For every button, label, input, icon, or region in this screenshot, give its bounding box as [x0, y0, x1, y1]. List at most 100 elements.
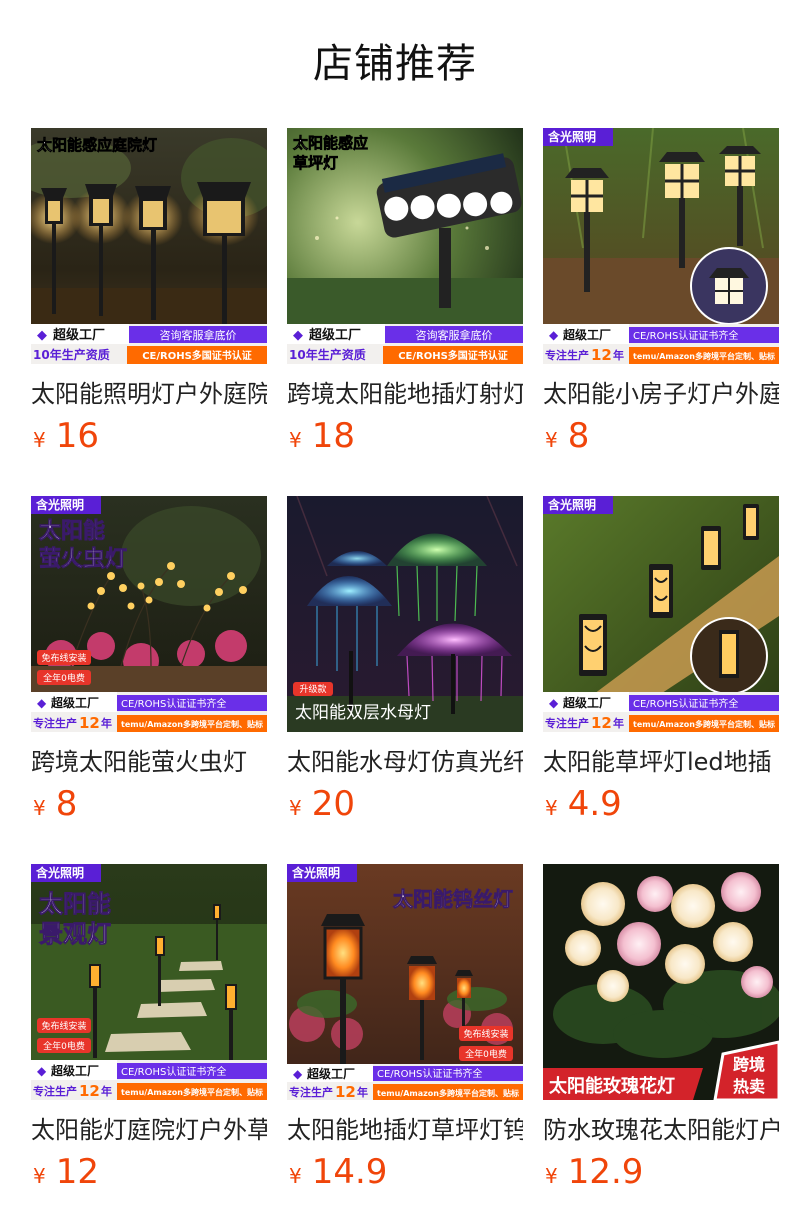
currency-symbol: ¥	[545, 1164, 558, 1188]
badge-text: 超级工厂	[562, 327, 611, 342]
product-card[interactable]: 太阳能玫瑰花灯 跨境 热卖 防水玫瑰花太阳能灯户外 ¥12.9	[543, 864, 779, 1204]
svg-text:◆: ◆	[37, 696, 47, 710]
brand-tag: 含光照明	[36, 865, 84, 880]
banner-right-top: CE/ROHS认证证书齐全	[633, 697, 738, 710]
feature-chip: 升级款	[299, 683, 326, 695]
price-value: 18	[311, 416, 355, 456]
product-card[interactable]: 含光照明 太阳能钨丝灯 免布线安装 全年0电费 ◆ 超级工厂 CE/ROHS认证…	[287, 864, 523, 1204]
product-card[interactable]: 升级款 太阳能双层水母灯 太阳能水母灯仿真光纤 ¥20	[287, 496, 523, 836]
image-headline-line2: 景观灯	[39, 920, 111, 948]
shop-recommendations-page: 店铺推荐 太阳能感应庭院灯 ◆ 超级工厂 咨询客服拿底价 10年生产资质 CE/…	[0, 0, 790, 1232]
banner-right-bottom: CE/ROHS多国证书认证	[398, 349, 508, 362]
product-card[interactable]: 含光照明 ◆ 超级工厂 CE/ROHS认证证书齐全 专注生产 12 年 temu…	[543, 128, 779, 468]
image-headline-line2: 萤火虫灯	[39, 546, 127, 572]
product-title[interactable]: 太阳能灯庭院灯户外草坪	[31, 1114, 267, 1146]
feature-chip: 免布线安装	[463, 1028, 508, 1040]
product-price: ¥8	[545, 416, 589, 456]
image-headline-line1: 太阳能	[39, 518, 105, 544]
feature-chip: 全年0电费	[43, 672, 85, 684]
product-card[interactable]: 含光照明 太阳能 景观灯 免布线安装 全年0电费 ◆ 超级工厂 CE/ROHS认…	[31, 864, 267, 1204]
product-card[interactable]: 含光照明 ◆ 超级工厂 CE/ROHS认证证书齐全 专注生产 12 年 temu…	[543, 496, 779, 836]
corner-badge-line1: 跨境	[733, 1055, 765, 1074]
price-value: 14.9	[311, 1152, 388, 1192]
product-title[interactable]: 太阳能草坪灯led地插	[543, 746, 779, 778]
product-image[interactable]: 含光照明 太阳能 萤火虫灯 免布线安装 全年0电费 ◆ 超级工厂 CE/ROHS…	[31, 496, 267, 732]
banner-left-prefix: 专注生产	[545, 716, 589, 730]
product-image[interactable]: 太阳能感应庭院灯 ◆ 超级工厂 咨询客服拿底价 10年生产资质 CE/ROHS多…	[31, 128, 267, 364]
feature-chip: 免布线安装	[41, 1020, 86, 1032]
price-value: 8	[55, 784, 78, 824]
banner-left-num: 12	[591, 346, 612, 364]
currency-symbol: ¥	[545, 796, 558, 820]
product-image[interactable]: 含光照明 太阳能 景观灯 免布线安装 全年0电费 ◆ 超级工厂 CE/ROHS认…	[31, 864, 267, 1100]
banner-right-top: 咨询客服拿底价	[416, 328, 493, 342]
product-image[interactable]: 含光照明 太阳能钨丝灯 免布线安装 全年0电费 ◆ 超级工厂 CE/ROHS认证…	[287, 864, 523, 1100]
banner-left-suffix: 年	[101, 1084, 112, 1098]
product-title[interactable]: 太阳能水母灯仿真光纤	[287, 746, 523, 778]
banner-right-bottom: temu/Amazon多跨境平台定制、贴标	[121, 1087, 263, 1097]
currency-symbol: ¥	[33, 796, 46, 820]
banner-left-prefix: 专注生产	[289, 1085, 333, 1099]
section-title: 店铺推荐	[313, 41, 477, 87]
product-title[interactable]: 太阳能小房子灯户外庭院	[543, 378, 779, 410]
currency-symbol: ¥	[33, 428, 46, 452]
svg-text:◆: ◆	[37, 328, 47, 343]
svg-text:◆: ◆	[293, 328, 303, 343]
feature-chip: 全年0电费	[465, 1048, 507, 1060]
product-card[interactable]: 太阳能感应 草坪灯 ◆ 超级工厂 咨询客服拿底价 10年生产资质 CE/ROHS…	[287, 128, 523, 468]
product-price: ¥20	[289, 784, 355, 824]
brand-tag: 含光照明	[548, 129, 596, 144]
product-title[interactable]: 跨境太阳能地插灯射灯	[287, 378, 523, 410]
product-card[interactable]: 含光照明 太阳能 萤火虫灯 免布线安装 全年0电费 ◆ 超级工厂 CE/ROHS…	[31, 496, 267, 836]
image-headline-line2: 草坪灯	[293, 154, 338, 172]
svg-text:◆: ◆	[549, 328, 559, 342]
banner-left-num: 12	[79, 1082, 100, 1100]
badge-text: 超级工厂	[50, 1063, 99, 1078]
feature-chip: 全年0电费	[43, 1040, 85, 1052]
banner-left: 10年生产资质	[33, 347, 110, 362]
banner-right-top: 咨询客服拿底价	[160, 328, 237, 342]
price-value: 12.9	[567, 1152, 644, 1192]
product-image[interactable]: 太阳能感应 草坪灯 ◆ 超级工厂 咨询客服拿底价 10年生产资质 CE/ROHS…	[287, 128, 523, 364]
image-headline-line1: 太阳能感应	[293, 134, 368, 152]
product-price: ¥16	[33, 416, 99, 456]
product-image[interactable]: 升级款 太阳能双层水母灯	[287, 496, 523, 732]
banner-left-num: 12	[335, 1083, 356, 1100]
banner-left: 10年生产资质	[289, 347, 366, 362]
badge-text: 超级工厂	[309, 327, 361, 343]
banner-left-suffix: 年	[613, 716, 624, 730]
currency-symbol: ¥	[545, 428, 558, 452]
product-image[interactable]: 含光照明 ◆ 超级工厂 CE/ROHS认证证书齐全 专注生产 12 年 temu…	[543, 496, 779, 732]
product-title[interactable]: 防水玫瑰花太阳能灯户外	[543, 1114, 779, 1146]
product-price: ¥8	[33, 784, 77, 824]
banner-left-prefix: 专注生产	[33, 716, 77, 730]
banner-right-top: CE/ROHS认证证书齐全	[377, 1067, 482, 1080]
banner-right-bottom: temu/Amazon多跨境平台定制、贴标	[121, 719, 263, 729]
banner-right-bottom: temu/Amazon多跨境平台定制、贴标	[633, 719, 775, 729]
badge-text: 超级工厂	[306, 1066, 355, 1081]
product-image[interactable]: 含光照明 ◆ 超级工厂 CE/ROHS认证证书齐全 专注生产 12 年 temu…	[543, 128, 779, 364]
banner-right-bottom: CE/ROHS多国证书认证	[142, 349, 252, 362]
product-price: ¥4.9	[545, 784, 622, 824]
price-value: 8	[567, 416, 590, 456]
product-title[interactable]: 跨境太阳能萤火虫灯	[31, 746, 267, 778]
banner-left-prefix: 专注生产	[545, 348, 589, 362]
corner-badge-line2: 热卖	[733, 1077, 765, 1096]
product-title[interactable]: 太阳能照明灯户外庭院	[31, 378, 267, 410]
currency-symbol: ¥	[289, 796, 302, 820]
product-price: ¥12.9	[545, 1152, 643, 1192]
product-image[interactable]: 太阳能玫瑰花灯 跨境 热卖	[543, 864, 779, 1100]
banner-right-bottom: temu/Amazon多跨境平台定制、贴标	[633, 351, 775, 361]
price-value: 12	[55, 1152, 99, 1192]
currency-symbol: ¥	[289, 428, 302, 452]
banner-right-bottom: temu/Amazon多跨境平台定制、贴标	[377, 1088, 519, 1098]
banner-left-prefix: 专注生产	[33, 1084, 77, 1098]
banner-left-num: 12	[79, 714, 100, 732]
price-value: 20	[311, 784, 355, 824]
product-price: ¥18	[289, 416, 355, 456]
product-price: ¥12	[33, 1152, 99, 1192]
brand-tag: 含光照明	[36, 497, 84, 512]
product-title[interactable]: 太阳能地插灯草坪灯钨丝	[287, 1114, 523, 1146]
image-headline-line1: 太阳能	[39, 890, 111, 918]
product-card[interactable]: 太阳能感应庭院灯 ◆ 超级工厂 咨询客服拿底价 10年生产资质 CE/ROHS多…	[31, 128, 267, 468]
